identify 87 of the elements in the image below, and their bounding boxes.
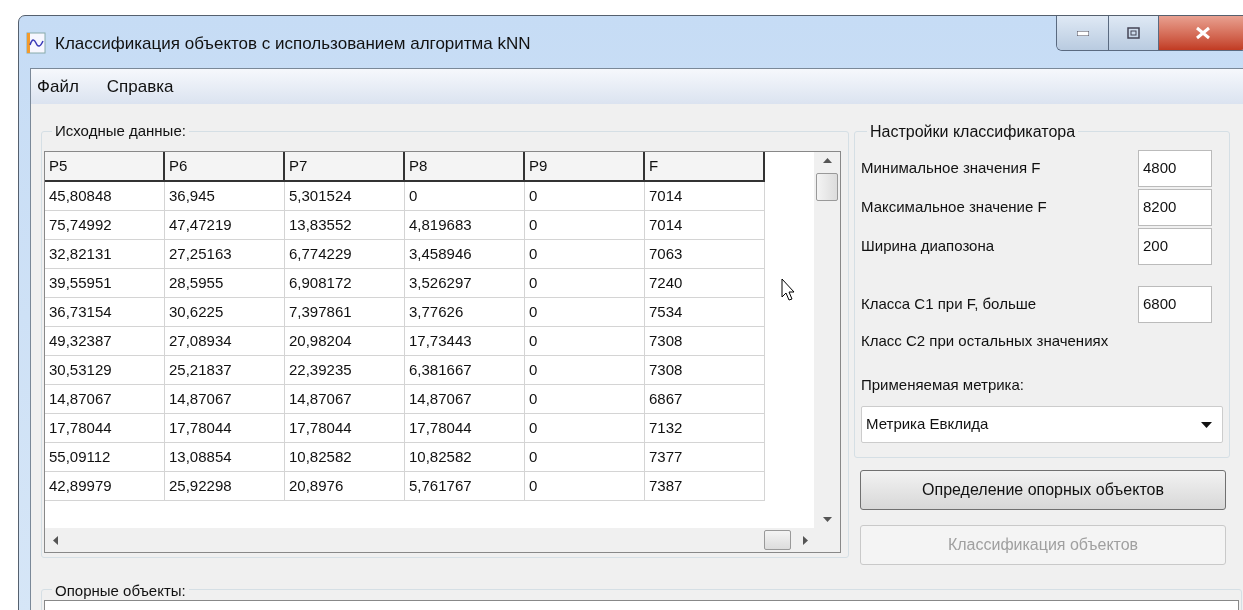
table-cell: 30,6225 [165, 298, 285, 327]
table-cell: 7240 [645, 269, 765, 298]
table-cell: 13,08854 [165, 443, 285, 472]
table-cell: 47,47219 [165, 211, 285, 240]
table-cell: 36,73154 [45, 298, 165, 327]
table-cell: 3,458946 [405, 240, 525, 269]
table-cell: 7063 [645, 240, 765, 269]
table-cell: 5,761767 [405, 472, 525, 501]
class-note: Класс С2 при остальных значениях [861, 331, 1110, 351]
menu-item[interactable]: Файл [37, 73, 79, 100]
table-cell: 5,301524 [285, 182, 405, 211]
table-cell: 17,78044 [285, 414, 405, 443]
table-cell: 7308 [645, 356, 765, 385]
table-cell: 25,92298 [165, 472, 285, 501]
table-cell: 0 [525, 414, 645, 443]
metric-label: Применяемая метрика: [861, 374, 1025, 395]
table-cell: 7,397861 [285, 298, 405, 327]
table-cell: 17,78044 [165, 414, 285, 443]
table-cell: 7308 [645, 327, 765, 356]
table-cell: 3,526297 [405, 269, 525, 298]
table-cell: 27,25163 [165, 240, 285, 269]
table-cell: 39,55951 [45, 269, 165, 298]
table-cell: 42,89979 [45, 472, 165, 501]
table-cell: 27,08934 [165, 327, 285, 356]
table-cell: 0 [525, 182, 645, 211]
table-cell: 13,83552 [285, 211, 405, 240]
table-cell: 0 [525, 327, 645, 356]
table-cell: 0 [525, 269, 645, 298]
table-cell: 0 [525, 298, 645, 327]
table-cell: 14,87067 [45, 385, 165, 414]
column-header[interactable]: F [645, 152, 765, 182]
metric-dropdown[interactable]: Метрика Евклида [861, 406, 1223, 443]
column-header[interactable]: P9 [525, 152, 645, 182]
table-cell: 45,80848 [45, 182, 165, 211]
field-label: Максимальное значение F [861, 197, 1047, 218]
table-cell: 75,74992 [45, 211, 165, 240]
table-cell: 6867 [645, 385, 765, 414]
table-cell: 3,77626 [405, 298, 525, 327]
table-cell: 7014 [645, 211, 765, 240]
value-field[interactable]: 200 [1138, 228, 1212, 265]
action-button[interactable]: Определение опорных объектов [860, 470, 1226, 510]
table-cell: 10,82582 [285, 443, 405, 472]
table-cell: 14,87067 [285, 385, 405, 414]
table-cell: 17,78044 [45, 414, 165, 443]
column-header[interactable]: P6 [165, 152, 285, 182]
window-title: Классификация объектов с использованием алгоритма kNN [55, 33, 531, 55]
table-cell: 7387 [645, 472, 765, 501]
table-cell: 4,819683 [405, 211, 525, 240]
table-cell: 14,87067 [405, 385, 525, 414]
table-cell: 0 [525, 472, 645, 501]
table-cell: 22,39235 [285, 356, 405, 385]
table-cell: 6,774229 [285, 240, 405, 269]
table-cell: 32,82131 [45, 240, 165, 269]
value-field[interactable]: 4800 [1138, 150, 1212, 187]
table-cell: 49,32387 [45, 327, 165, 356]
value-field[interactable]: 8200 [1138, 189, 1212, 226]
table-cell: 30,53129 [45, 356, 165, 385]
field-label: Класса С1 при F, больше [861, 294, 1037, 315]
table-cell: 7377 [645, 443, 765, 472]
table-cell: 6,908172 [285, 269, 405, 298]
table-cell: 14,87067 [165, 385, 285, 414]
table-cell: 0 [525, 385, 645, 414]
column-header[interactable]: P7 [285, 152, 405, 182]
field-label: Минимальное значения F [861, 158, 1041, 179]
table-cell: 10,82582 [405, 443, 525, 472]
field-label: Ширина диапозона [861, 236, 995, 257]
column-header[interactable]: P5 [45, 152, 165, 182]
value-field[interactable]: 6800 [1138, 286, 1212, 323]
table-cell: 20,98204 [285, 327, 405, 356]
table-cell: 0 [525, 356, 645, 385]
column-header[interactable]: P8 [405, 152, 525, 182]
table-cell: 0 [405, 182, 525, 211]
table-cell: 36,945 [165, 182, 285, 211]
table-cell: 7534 [645, 298, 765, 327]
table-cell: 17,78044 [405, 414, 525, 443]
table-cell: 17,73443 [405, 327, 525, 356]
table-cell: 0 [525, 443, 645, 472]
table-cell: 20,8976 [285, 472, 405, 501]
table-cell: 6,381667 [405, 356, 525, 385]
table-cell: 7132 [645, 414, 765, 443]
table-cell: 0 [525, 211, 645, 240]
table-cell: 55,09112 [45, 443, 165, 472]
table-cell: 25,21837 [165, 356, 285, 385]
menu-item[interactable]: Справка [106, 73, 174, 100]
table-cell: 7014 [645, 182, 765, 211]
table-cell: 28,5955 [165, 269, 285, 298]
table-cell: 0 [525, 240, 645, 269]
